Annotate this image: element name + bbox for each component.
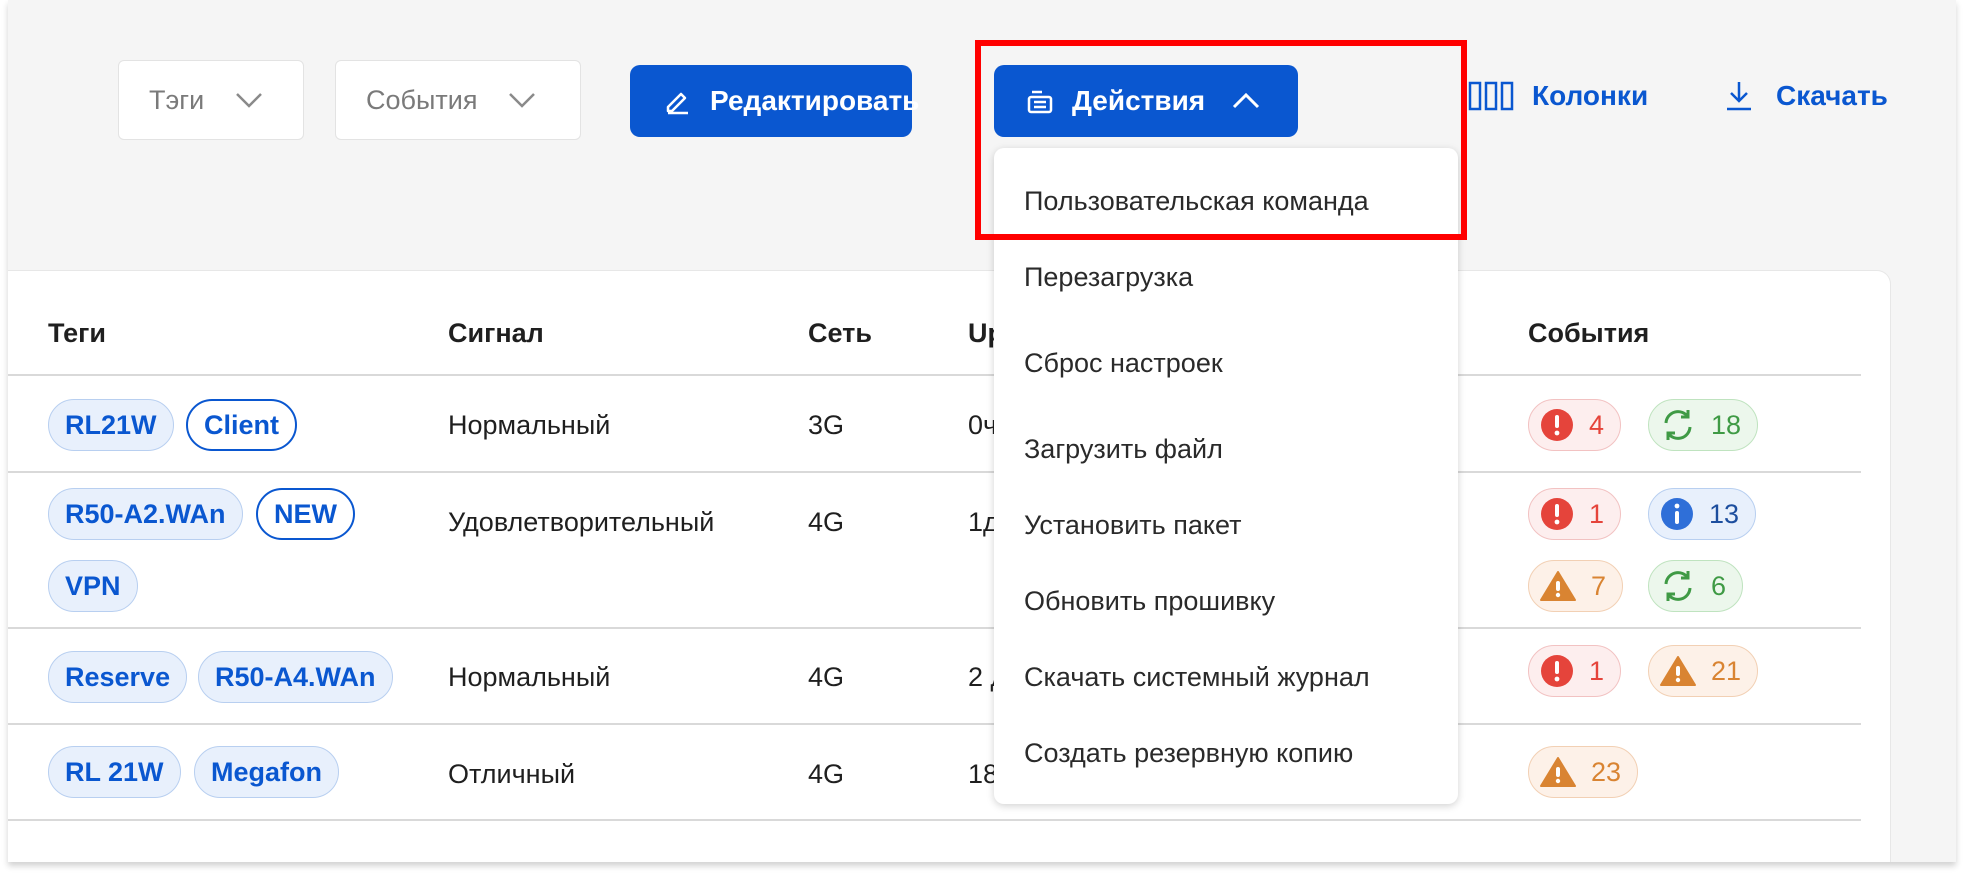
divider: [8, 723, 1861, 725]
tag-chip[interactable]: R50-A4.WAn: [198, 651, 393, 703]
warning-icon: [1539, 755, 1577, 789]
sync-icon: [1659, 406, 1697, 444]
event-badge-warning[interactable]: 7: [1528, 560, 1624, 612]
event-badge-sync[interactable]: 6: [1648, 560, 1744, 612]
signal-cell: Нормальный: [448, 410, 611, 440]
event-badge-info[interactable]: 13: [1648, 488, 1757, 540]
columns-button-label: Колонки: [1532, 80, 1649, 111]
event-count: 7: [1591, 570, 1607, 601]
uptime-cell: 0ч: [968, 410, 998, 440]
chevron-down-icon: [234, 91, 264, 109]
signal-cell: Удовлетворительный: [448, 507, 715, 537]
app-frame: Тэги События Редактировать Действия Коло…: [8, 0, 1956, 862]
divider: [8, 819, 1861, 821]
edit-button-label: Редактировать: [710, 85, 920, 116]
warning-icon: [1659, 654, 1697, 688]
event-count: 4: [1589, 409, 1605, 440]
event-badge-warning[interactable]: 21: [1648, 645, 1759, 697]
event-count: 1: [1589, 498, 1605, 529]
network-cell: 3G: [808, 410, 845, 440]
highlight-annotation-box: [975, 40, 1467, 240]
event-count: 1: [1589, 655, 1605, 686]
divider: [8, 471, 1861, 473]
column-header-signal[interactable]: Сигнал: [448, 318, 544, 349]
events-filter-label: События: [366, 84, 478, 115]
menu-item-install-package[interactable]: Установить пакет: [1024, 510, 1241, 541]
pencil-icon: [664, 87, 692, 115]
menu-item-download-syslog[interactable]: Скачать системный журнал: [1024, 662, 1370, 693]
event-badge-error[interactable]: 1: [1528, 488, 1622, 540]
signal-cell: Нормальный: [448, 662, 611, 692]
tag-chip[interactable]: Client: [186, 399, 298, 451]
network-cell: 4G: [808, 507, 845, 537]
error-icon: [1539, 407, 1575, 443]
network-cell: 4G: [808, 662, 845, 692]
network-cell: 4G: [808, 759, 845, 789]
column-header-events[interactable]: События: [1528, 318, 1649, 349]
divider: [8, 374, 1861, 376]
download-button[interactable]: Скачать: [1724, 80, 1888, 112]
event-count: 21: [1711, 655, 1742, 686]
tag-chip[interactable]: Megafon: [194, 746, 339, 798]
tags-filter-label: Тэги: [149, 84, 205, 115]
event-badge-warning[interactable]: 23: [1528, 746, 1639, 798]
download-icon: [1724, 80, 1754, 112]
tag-chip[interactable]: R50-A2.WAn: [48, 488, 243, 540]
tag-chip[interactable]: VPN: [48, 560, 138, 612]
event-count: 13: [1709, 498, 1740, 529]
columns-button[interactable]: Колонки: [1468, 80, 1648, 112]
columns-icon: [1468, 81, 1514, 111]
menu-item-update-firmware[interactable]: Обновить прошивку: [1024, 586, 1275, 617]
event-count: 23: [1591, 756, 1622, 787]
warning-icon: [1539, 569, 1577, 603]
actions-dropdown-menu: Пользовательская команда Перезагрузка Сб…: [994, 148, 1458, 804]
info-icon: [1659, 496, 1695, 532]
tag-chip[interactable]: Reserve: [48, 651, 188, 703]
event-badge-error[interactable]: 1: [1528, 645, 1622, 697]
menu-item-upload-file[interactable]: Загрузить файл: [1024, 434, 1223, 465]
tag-chip[interactable]: RL21W: [48, 399, 174, 451]
error-icon: [1539, 496, 1575, 532]
download-button-label: Скачать: [1776, 80, 1888, 111]
menu-item-factory-reset[interactable]: Сброс настроек: [1024, 348, 1223, 379]
divider: [8, 627, 1861, 629]
menu-item-reboot[interactable]: Перезагрузка: [1024, 262, 1193, 293]
menu-item-create-backup[interactable]: Создать резервную копию: [1024, 738, 1353, 769]
event-badge-error[interactable]: 4: [1528, 399, 1622, 451]
column-header-tags[interactable]: Теги: [48, 318, 106, 349]
sync-icon: [1659, 567, 1697, 605]
edit-button[interactable]: Редактировать: [630, 65, 919, 137]
signal-cell: Отличный: [448, 759, 576, 789]
events-filter-dropdown[interactable]: События: [335, 60, 581, 140]
event-count: 6: [1711, 570, 1727, 601]
chevron-down-icon: [507, 91, 537, 109]
column-header-network[interactable]: Сеть: [808, 318, 872, 349]
error-icon: [1539, 653, 1575, 689]
tag-chip[interactable]: NEW: [256, 488, 355, 540]
tags-filter-dropdown[interactable]: Тэги: [118, 60, 304, 140]
event-badge-sync[interactable]: 18: [1648, 399, 1759, 451]
tag-chip[interactable]: RL 21W: [48, 746, 181, 798]
event-count: 18: [1711, 409, 1742, 440]
